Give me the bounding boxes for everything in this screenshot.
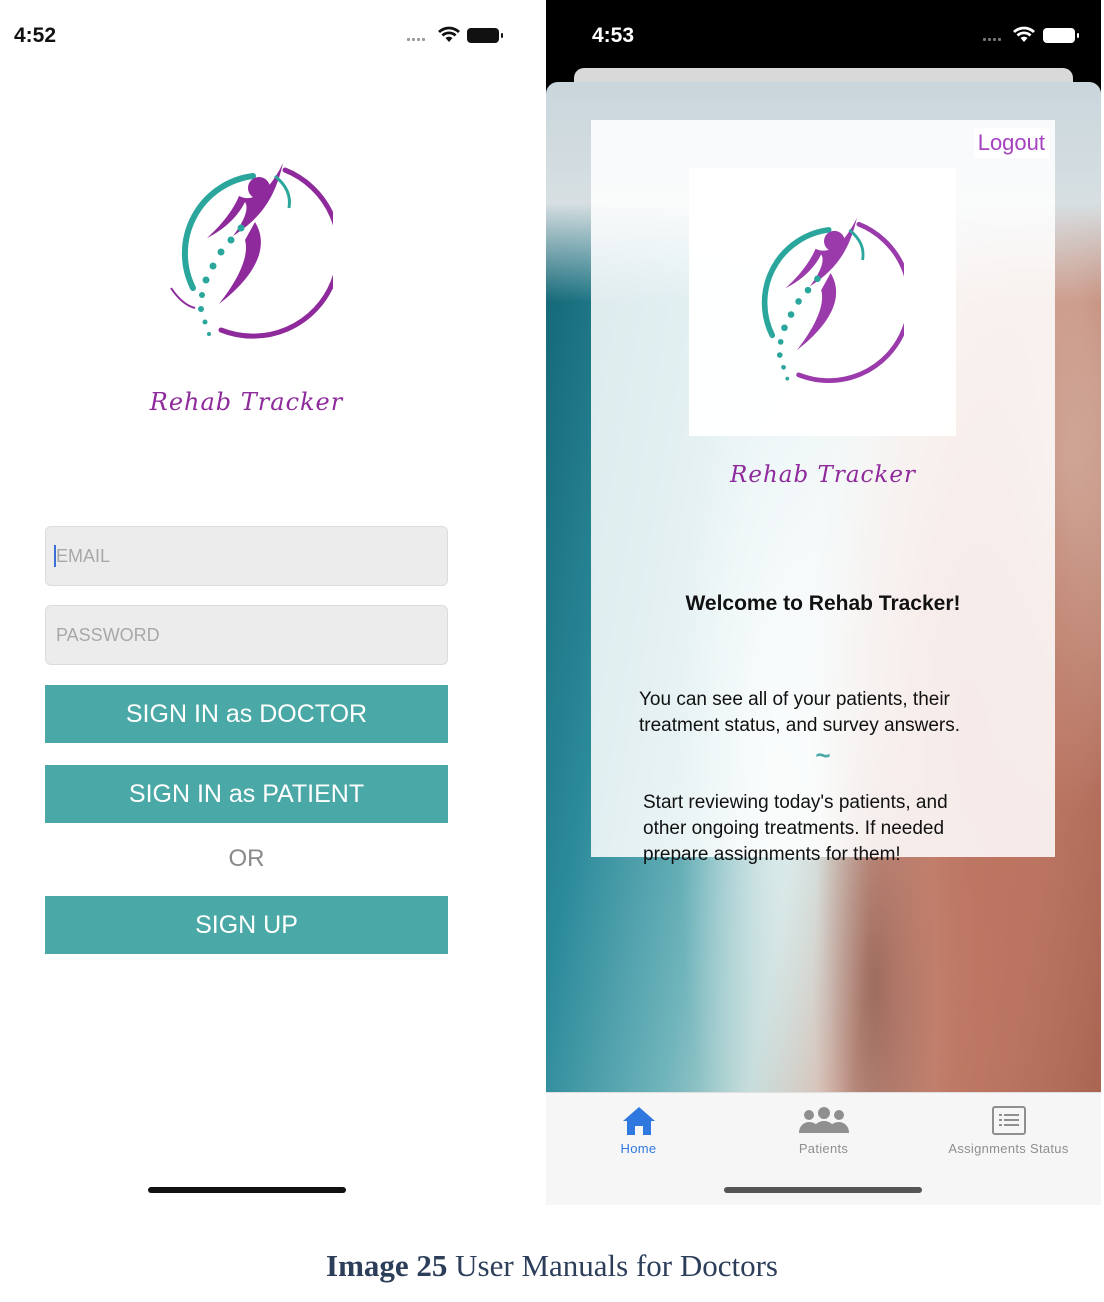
intro-line: You can see all of your patients, their xyxy=(639,689,950,710)
app-brand-name: Rehab Tracker xyxy=(730,462,916,488)
tab-assignments-status[interactable]: Assignments Status xyxy=(916,1105,1101,1156)
sign-in-patient-button[interactable]: SIGN IN as PATIENT xyxy=(45,765,448,823)
intro-line: treatment status, and survey answers. xyxy=(639,715,961,736)
tab-home[interactable]: Home xyxy=(546,1105,731,1156)
intro-paragraph: You can see all of your patients, their … xyxy=(639,687,960,739)
status-time: 4:52 xyxy=(14,24,57,47)
figure-caption: Image 25 User Manuals for Doctors xyxy=(0,1248,1104,1284)
logo-container xyxy=(689,168,956,436)
assignments-icon xyxy=(991,1106,1026,1135)
action-line: prepare assignments for them! xyxy=(643,844,901,865)
status-time: 4:53 xyxy=(592,24,635,47)
home-indicator xyxy=(148,1187,346,1193)
text-cursor xyxy=(54,545,56,567)
home-indicator xyxy=(724,1187,922,1193)
login-screen: 4:52 Rehab Tracker SIGN IN as DOCTOR SIG xyxy=(0,0,503,1210)
app-brand-name: Rehab Tracker xyxy=(149,388,344,416)
password-field[interactable] xyxy=(45,605,448,665)
logout-button[interactable]: Logout xyxy=(973,128,1049,158)
tab-home-label: Home xyxy=(620,1141,657,1156)
beach-background-image: Logout Rehab Tracker Welcome to Rehab Tr… xyxy=(546,82,1101,1092)
patients-icon xyxy=(798,1107,849,1133)
action-line: Start reviewing today's patients, and xyxy=(643,792,948,813)
tilde-divider: ~ xyxy=(815,740,831,770)
bottom-tab-bar: Home Patients Assignments Status xyxy=(546,1092,1101,1205)
sign-in-doctor-button[interactable]: SIGN IN as DOCTOR xyxy=(45,685,448,743)
status-bar: 4:53 xyxy=(546,0,1101,70)
tab-patients[interactable]: Patients xyxy=(731,1105,916,1156)
sign-up-button[interactable]: SIGN UP xyxy=(45,896,448,954)
cellular-signal-icon xyxy=(983,38,1001,41)
cellular-signal-icon xyxy=(407,38,425,41)
tab-patients-label: Patients xyxy=(798,1141,849,1156)
figure-caption-label: Image 25 xyxy=(326,1248,448,1283)
figure-caption-text: User Manuals for Doctors xyxy=(455,1248,778,1283)
status-bar: 4:52 xyxy=(0,0,503,70)
welcome-heading: Welcome to Rehab Tracker! xyxy=(685,592,961,615)
battery-icon xyxy=(467,28,503,43)
wifi-icon xyxy=(438,26,460,42)
wifi-icon xyxy=(1013,26,1035,42)
action-paragraph: Start reviewing today's patients, and ot… xyxy=(643,790,948,868)
or-divider-label: OR xyxy=(228,845,265,872)
doctor-home-screen: 4:53 Logout Rehab Tracker Welcome to Reh… xyxy=(546,0,1101,1205)
action-line: other ongoing treatments. If needed xyxy=(643,818,945,839)
battery-icon xyxy=(1043,28,1079,43)
rehab-tracker-logo xyxy=(761,217,904,383)
welcome-panel: Logout Rehab Tracker Welcome to Rehab Tr… xyxy=(591,120,1055,865)
email-field[interactable] xyxy=(45,526,448,586)
tab-assignments-label: Assignments Status xyxy=(948,1141,1069,1156)
rehab-tracker-logo xyxy=(170,163,333,339)
home-icon xyxy=(622,1107,655,1135)
